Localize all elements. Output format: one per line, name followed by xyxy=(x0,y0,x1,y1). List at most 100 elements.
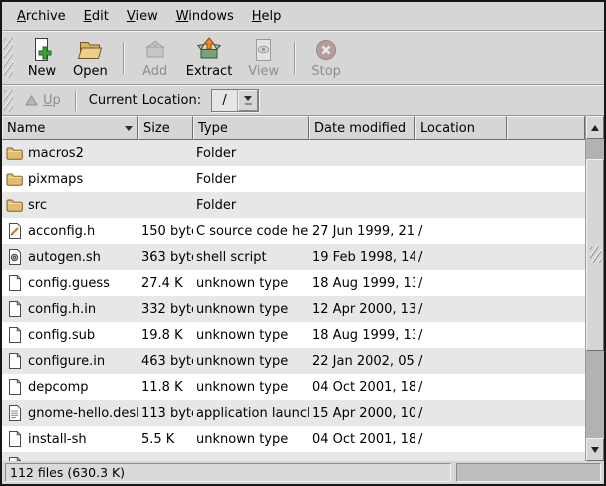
file-location: / xyxy=(415,426,507,452)
scroll-up-icon xyxy=(591,125,599,131)
file-size xyxy=(138,192,193,218)
menubar: ArchiveEditViewWindowsHelp xyxy=(2,2,604,30)
file-type: Folder xyxy=(193,192,309,218)
toolbar-buttons: New Open Add Extract View Stop xyxy=(19,34,349,82)
file-type: unknown type xyxy=(193,374,309,400)
scroll-up-button[interactable] xyxy=(586,116,604,139)
add-button[interactable]: Add xyxy=(132,34,178,82)
document-icon xyxy=(6,327,23,343)
open-archive-icon xyxy=(77,37,103,64)
file-type: Folder xyxy=(193,140,309,166)
up-button[interactable]: Up xyxy=(17,88,69,113)
scroll-down-icon xyxy=(591,447,599,453)
menu-view[interactable]: View xyxy=(118,5,167,28)
row-filler xyxy=(507,400,585,426)
row-filler xyxy=(507,322,585,348)
toolbar-button-label: New xyxy=(28,64,56,80)
scroll-down-button[interactable] xyxy=(586,438,604,461)
menu-edit[interactable]: Edit xyxy=(75,5,118,28)
extract-button[interactable]: Extract xyxy=(178,34,241,82)
file-size: 5.5 K xyxy=(138,426,193,452)
view-button[interactable]: View xyxy=(240,34,287,82)
column-header-size[interactable]: Size xyxy=(138,116,193,140)
file-size: 150 bytes xyxy=(138,218,193,244)
folder-icon xyxy=(6,146,23,160)
table-row[interactable]: srcFolder xyxy=(2,192,585,218)
table-row[interactable]: config.h.in332 bytesunknown type12 Apr 2… xyxy=(2,296,585,322)
table-row[interactable]: acconfig.h150 bytesC source code header2… xyxy=(2,218,585,244)
location-bar: Up Current Location: / xyxy=(2,86,604,115)
file-size: 19.8 K xyxy=(138,322,193,348)
locationbar-drag-handle[interactable] xyxy=(4,90,13,112)
table-row[interactable]: autogen.sh363 bytesshell script19 Feb 19… xyxy=(2,244,585,270)
column-header-label: Type xyxy=(198,121,304,136)
file-date-modified: 22 Jan 2002, 05:35 xyxy=(309,348,415,374)
file-type: unknown type xyxy=(193,270,309,296)
document-icon xyxy=(6,301,23,317)
toolbar-button-label: Extract xyxy=(186,64,233,80)
file-location xyxy=(415,166,507,192)
file-name: autogen.sh xyxy=(28,250,101,265)
column-header-location[interactable]: Location xyxy=(415,116,507,140)
file-size: 332 bytes xyxy=(138,296,193,322)
table-row[interactable]: configure.in463 bytesunknown type22 Jan … xyxy=(2,348,585,374)
row-filler xyxy=(507,426,585,452)
vertical-scrollbar[interactable] xyxy=(585,116,604,461)
file-name: gnome-hello.desktop xyxy=(28,406,138,421)
table-row[interactable]: pixmapsFolder xyxy=(2,166,585,192)
file-location: / xyxy=(415,322,507,348)
menu-archive[interactable]: Archive xyxy=(8,5,75,28)
table-row[interactable]: macros2Folder xyxy=(2,140,585,166)
file-location: / xyxy=(415,348,507,374)
toolbar-separator xyxy=(123,42,125,74)
file-date-modified: 27 Jun 1999, 21:49 xyxy=(309,218,415,244)
file-date-modified: 12 Apr 2000, 13:36 xyxy=(309,296,415,322)
file-name: config.sub xyxy=(28,328,95,343)
file-location: / xyxy=(415,244,507,270)
column-header-name[interactable]: Name xyxy=(2,116,138,140)
stop-button[interactable]: Stop xyxy=(303,34,349,82)
scrollbar-thumb[interactable] xyxy=(586,159,604,351)
file-size: 363 bytes xyxy=(138,244,193,270)
location-combo-arrow-button[interactable] xyxy=(238,90,258,111)
locationbar-separator xyxy=(75,91,77,111)
file-size xyxy=(138,140,193,166)
toolbar: New Open Add Extract View Stop xyxy=(2,32,604,84)
row-filler xyxy=(507,374,585,400)
new-button[interactable]: New xyxy=(19,34,65,82)
up-button-label: Up xyxy=(43,93,61,108)
file-type: C source code header xyxy=(193,218,309,244)
menu-help[interactable]: Help xyxy=(243,5,291,28)
toolbar-button-label: View xyxy=(248,64,279,80)
table-row[interactable] xyxy=(2,452,585,461)
table-row[interactable]: depcomp11.8 Kunknown type04 Oct 2001, 18… xyxy=(2,374,585,400)
table-row[interactable]: gnome-hello.desktop113 bytesapplication … xyxy=(2,400,585,426)
toolbar-drag-handle[interactable] xyxy=(4,38,13,78)
location-combo[interactable]: / xyxy=(211,89,259,112)
file-date-modified xyxy=(309,166,415,192)
toolbar-separator xyxy=(294,42,296,74)
column-header-type[interactable]: Type xyxy=(193,116,309,140)
column-header-date-modified[interactable]: Date modified xyxy=(309,116,415,140)
file-type: shell script xyxy=(193,244,309,270)
table-row[interactable]: config.guess27.4 Kunknown type18 Aug 199… xyxy=(2,270,585,296)
row-filler xyxy=(507,166,585,192)
column-header-label: Size xyxy=(143,121,188,136)
file-location: / xyxy=(415,400,507,426)
file-name: pixmaps xyxy=(28,172,83,187)
location-combo-value[interactable]: / xyxy=(212,90,238,111)
file-location xyxy=(415,140,507,166)
table-row[interactable]: install-sh5.5 Kunknown type04 Oct 2001, … xyxy=(2,426,585,452)
new-archive-icon xyxy=(29,37,55,64)
launcher-icon xyxy=(6,405,23,421)
file-date-modified: 04 Oct 2001, 18:12 xyxy=(309,374,415,400)
file-size: 27.4 K xyxy=(138,270,193,296)
table-row[interactable]: config.sub19.8 Kunknown type18 Aug 1999,… xyxy=(2,322,585,348)
column-header-label: Name xyxy=(7,121,125,136)
open-button[interactable]: Open xyxy=(65,34,116,82)
file-date-modified xyxy=(309,192,415,218)
menu-windows[interactable]: Windows xyxy=(167,5,243,28)
file-type: unknown type xyxy=(193,296,309,322)
file-name: depcomp xyxy=(28,380,89,395)
row-filler xyxy=(507,192,585,218)
